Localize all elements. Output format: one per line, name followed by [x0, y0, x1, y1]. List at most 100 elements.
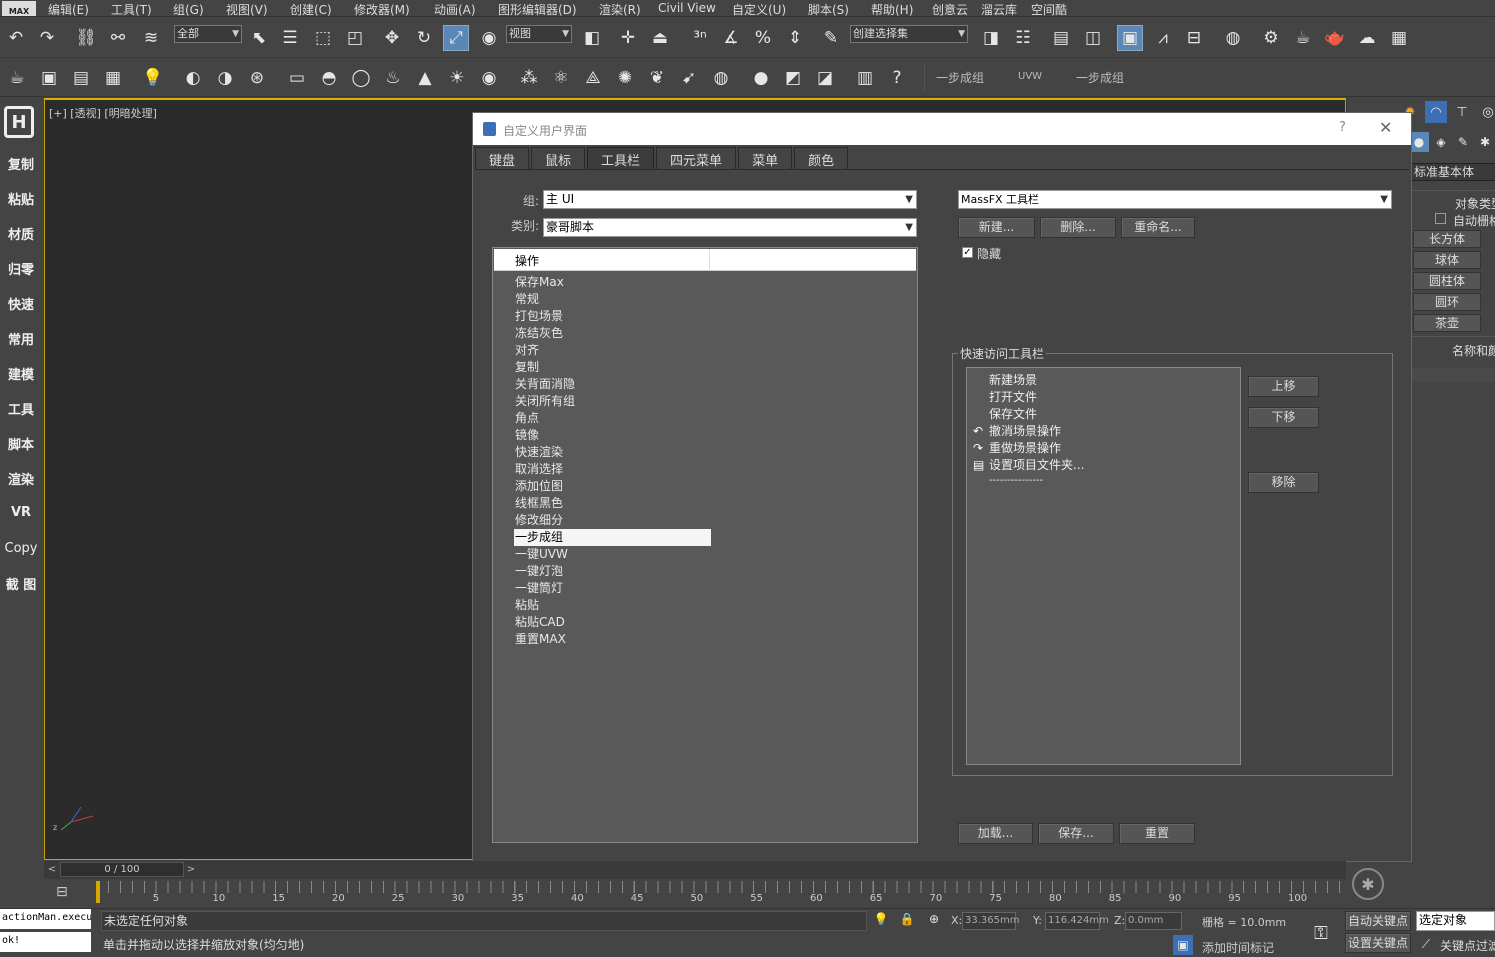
key-tangent-icon[interactable]: ⟋ — [1416, 934, 1436, 954]
action-item[interactable]: 角点 — [515, 410, 539, 427]
auto-key-button[interactable]: 自动关键点 — [1345, 911, 1411, 931]
curve-editor-mini-icon[interactable]: ⊟ — [56, 885, 74, 899]
tab-menus[interactable]: 菜单 — [738, 147, 793, 169]
plane-icon[interactable]: ▭ — [284, 65, 310, 91]
molecule-icon[interactable]: ⚛ — [548, 65, 574, 91]
ref-coord-dropdown[interactable]: 视图 ▼ — [506, 25, 572, 43]
hide-checkbox[interactable]: ✓ — [962, 247, 973, 258]
rectangular-selection-icon[interactable]: ⬚ — [310, 25, 336, 51]
select-place-icon[interactable]: ◉ — [476, 25, 502, 51]
menu-edit[interactable]: 编辑(E) — [48, 1, 89, 18]
action-item[interactable]: 关背面消隐 — [515, 376, 575, 393]
list-item[interactable]: 新建场景 — [989, 372, 1037, 389]
category-dropdown[interactable]: 标准基本体 — [1409, 163, 1495, 181]
material-sphere-icon[interactable]: ● — [748, 65, 774, 91]
sidebar-item-copy-en[interactable]: Copy — [0, 541, 42, 556]
select-object-icon[interactable]: ⬉ — [246, 25, 272, 51]
menu-help[interactable]: 帮助(H) — [871, 1, 913, 18]
sidebar-item-scripts[interactable]: 脚本 — [0, 434, 42, 453]
manipulate-icon[interactable]: ✛ — [615, 25, 641, 51]
camera-icon[interactable]: ◐ — [180, 65, 206, 91]
action-item[interactable]: 镜像 — [515, 427, 539, 444]
settings-panel-icon[interactable]: ▥ — [852, 65, 878, 91]
edit-named-selection-icon[interactable]: ✎ — [818, 25, 844, 51]
selection-filter-dropdown[interactable]: 全部 ▼ — [174, 25, 242, 43]
viewport-label[interactable]: [+] [透视] [明暗处理] — [49, 105, 157, 121]
help-icon[interactable]: ? — [1339, 120, 1346, 135]
hair-icon[interactable]: ➹ — [676, 65, 702, 91]
action-item[interactable]: 修改细分 — [515, 512, 563, 529]
menu-create[interactable]: 创建(C) — [290, 1, 332, 18]
render-in-cloud-icon[interactable]: ▦ — [1386, 25, 1412, 51]
dialog-titlebar[interactable]: 自定义用户界面 ? ✕ — [473, 113, 1411, 145]
action-item[interactable]: 取消选择 — [515, 461, 563, 478]
action-item[interactable]: 一键筒灯 — [515, 580, 563, 597]
select-move-icon[interactable]: ✥ — [379, 25, 405, 51]
app-logo[interactable]: MAX — [2, 0, 36, 16]
modify-tab-icon[interactable]: ◠ — [1425, 101, 1447, 123]
delete-toolbar-button[interactable]: 删除... — [1040, 217, 1116, 238]
toolbar-select-dropdown[interactable]: MassFX 工具栏 ▼ — [958, 190, 1392, 209]
move-up-button[interactable]: 上移 — [1248, 376, 1319, 397]
layer-explorer-icon[interactable]: ◫ — [1080, 25, 1106, 51]
previous-frame-icon[interactable]: < — [46, 862, 58, 877]
quick-access-list[interactable]: 新建场景 打开文件 保存文件 ↶ 撤消场景操作 ↷ 重做场景操作 ▤ 设置项目文… — [966, 367, 1241, 765]
tab-mouse[interactable]: 鼠标 — [531, 147, 586, 169]
motion-tab-icon[interactable]: ◎ — [1477, 101, 1495, 123]
list-item[interactable]: 打开文件 — [989, 389, 1037, 406]
hierarchy-tab-icon[interactable]: ⊤ — [1451, 101, 1473, 123]
fur-icon[interactable]: ❦ — [644, 65, 670, 91]
pivot-center-icon[interactable]: ◧ — [579, 25, 605, 51]
menu-tools[interactable]: 工具(T) — [111, 1, 152, 18]
isolate-selection-icon[interactable]: 💡 — [872, 909, 890, 929]
new-toolbar-button[interactable]: 新建... — [958, 217, 1035, 238]
mirror-icon[interactable]: ◨ — [978, 25, 1004, 51]
align-icon[interactable]: ☷ — [1010, 25, 1036, 51]
mesh-light-icon[interactable]: ♨ — [380, 65, 406, 91]
object-type-rollout[interactable]: 对象类型 — [1455, 195, 1495, 212]
x-coordinate-field[interactable]: 33.365mm — [962, 912, 1019, 930]
menu-graph-editors[interactable]: 图形编辑器(D) — [498, 1, 577, 18]
category-dropdown[interactable]: 豪哥脚本 ▼ — [543, 218, 917, 237]
render-production-icon[interactable]: 🫖 — [1322, 25, 1348, 51]
menu-rendering[interactable]: 渲染(R) — [599, 1, 641, 18]
reset-button[interactable]: 重置 — [1119, 823, 1195, 844]
key-icon[interactable]: ⚿ — [1306, 919, 1336, 947]
rename-toolbar-button[interactable]: 重命名... — [1121, 217, 1195, 238]
action-item[interactable]: 粘贴 — [515, 597, 539, 614]
camera-lens-icon[interactable]: ⊛ — [244, 65, 270, 91]
action-item[interactable]: 关闭所有组 — [515, 393, 575, 410]
next-frame-icon[interactable]: > — [185, 862, 197, 877]
maxscript-listener-output[interactable]: ok! — [0, 932, 91, 952]
sidebar-item-modeling[interactable]: 建模 — [0, 364, 42, 383]
cameras-icon[interactable]: ✱ — [1475, 132, 1495, 152]
action-item[interactable]: 添加位图 — [515, 478, 563, 495]
render-iterative-icon[interactable]: ☁ — [1354, 25, 1380, 51]
list-item[interactable]: 保存文件 — [989, 406, 1037, 423]
tab-toolbars[interactable]: 工具栏 — [587, 147, 655, 169]
action-item[interactable]: 重置MAX — [515, 631, 566, 648]
group-dropdown[interactable]: 主 UI ▼ — [543, 190, 917, 209]
sidebar-item-copy[interactable]: 复制 — [0, 154, 42, 173]
maxscript-listener-input[interactable]: actionMan.execu — [0, 909, 91, 929]
selection-lock-icon[interactable]: 🔒 — [898, 909, 916, 929]
action-column-header[interactable]: 操作 — [494, 249, 710, 271]
undo-icon[interactable]: ↶ — [3, 25, 29, 51]
cylinder-button[interactable]: 圆柱体 — [1413, 272, 1481, 290]
fur-ball-icon[interactable]: ✺ — [612, 65, 638, 91]
action-item[interactable]: 线框黑色 — [515, 495, 563, 512]
sidebar-item-screenshot[interactable]: 截 图 — [0, 574, 42, 593]
save-button[interactable]: 保存... — [1038, 823, 1114, 844]
menu-liuyunku[interactable]: 溜云库 — [981, 1, 1017, 18]
one-step-group-button-2[interactable]: 一步成组 — [1076, 69, 1124, 86]
sidebar-item-material[interactable]: 材质 — [0, 224, 42, 243]
ribbon-toggle-icon[interactable]: ▣ — [1117, 25, 1143, 51]
teapot-icon[interactable]: ☕ — [4, 65, 30, 91]
action-item[interactable]: 对齐 — [515, 342, 539, 359]
time-slider-thumb[interactable]: 0 / 100 — [60, 862, 184, 877]
key-filters-button[interactable]: 关键点过滤器 — [1440, 937, 1495, 954]
selected-set-dropdown[interactable]: 选定对象 — [1416, 911, 1495, 931]
snaps-toggle-icon[interactable]: ³ⁿ — [687, 25, 713, 51]
proxy-icon[interactable]: ⁂ — [516, 65, 542, 91]
load-button[interactable]: 加载... — [958, 823, 1033, 844]
